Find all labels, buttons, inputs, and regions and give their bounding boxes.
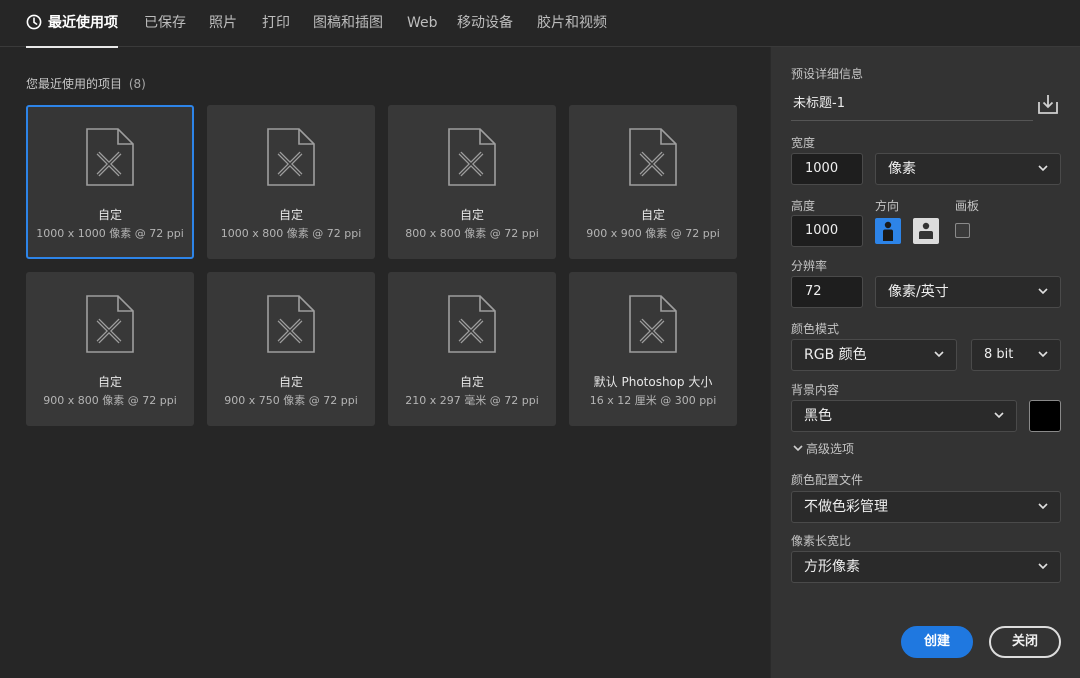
preset-size: 900 x 900 像素 @ 72 ppi bbox=[586, 227, 720, 240]
bit-depth-select[interactable]: 8 bit bbox=[971, 339, 1061, 371]
preset-card[interactable]: 自定 800 x 800 像素 @ 72 ppi bbox=[388, 105, 556, 259]
background-select[interactable]: 黑色 bbox=[791, 400, 1017, 432]
portrait-icon bbox=[883, 221, 893, 241]
document-icon bbox=[86, 295, 134, 353]
preset-card[interactable]: 自定 900 x 900 像素 @ 72 ppi bbox=[569, 105, 737, 259]
chevron-down-icon bbox=[934, 351, 944, 358]
tab-bar: 最近使用项 已保存 照片 打印 图稿和插图 Web 移动设备 胶片和视频 bbox=[0, 0, 1080, 48]
pixel-aspect-label: 像素长宽比 bbox=[791, 534, 852, 548]
landscape-icon bbox=[919, 222, 933, 239]
document-icon bbox=[448, 128, 496, 186]
pixel-aspect-value: 方形像素 bbox=[804, 559, 860, 575]
document-icon bbox=[267, 295, 315, 353]
tab-film-video[interactable]: 胶片和视频 bbox=[537, 0, 607, 47]
preset-card[interactable]: 自定 1000 x 1000 像素 @ 72 ppi bbox=[26, 105, 194, 259]
preset-card[interactable]: 自定 900 x 750 像素 @ 72 ppi bbox=[207, 272, 375, 426]
document-icon bbox=[629, 295, 677, 353]
tab-web[interactable]: Web bbox=[407, 0, 438, 47]
color-profile-label: 颜色配置文件 bbox=[791, 473, 864, 487]
chevron-down-icon bbox=[793, 445, 803, 452]
chevron-down-icon bbox=[1038, 563, 1048, 570]
portrait-orientation-button[interactable] bbox=[875, 218, 901, 244]
resolution-input[interactable]: 72 bbox=[791, 276, 863, 308]
color-profile-value: 不做色彩管理 bbox=[804, 499, 888, 515]
resolution-unit-value: 像素/英寸 bbox=[888, 284, 949, 300]
preset-size: 1000 x 800 像素 @ 72 ppi bbox=[220, 227, 362, 240]
background-label: 背景内容 bbox=[791, 383, 840, 397]
tab-recent-label: 最近使用项 bbox=[48, 15, 118, 31]
preset-size: 16 x 12 厘米 @ 300 ppi bbox=[589, 394, 717, 407]
preset-name: 自定 bbox=[278, 375, 303, 389]
height-label: 高度 bbox=[791, 199, 816, 213]
chevron-down-icon bbox=[994, 412, 1004, 419]
preset-name: 默认 Photoshop 大小 bbox=[593, 375, 713, 389]
color-profile-select[interactable]: 不做色彩管理 bbox=[791, 491, 1061, 523]
width-unit-select[interactable]: 像素 bbox=[875, 153, 1061, 185]
tab-recent[interactable]: 最近使用项 bbox=[26, 0, 118, 48]
background-value: 黑色 bbox=[804, 408, 832, 424]
tab-art-illustration[interactable]: 图稿和插图 bbox=[313, 0, 383, 47]
chevron-down-icon bbox=[1038, 288, 1048, 295]
tab-mobile[interactable]: 移动设备 bbox=[457, 0, 513, 47]
preset-details-panel: 预设详细信息 未标题-1 宽度 1000 像素 高度 方向 画板 1000 分辨… bbox=[770, 47, 1080, 678]
tab-print[interactable]: 打印 bbox=[262, 0, 290, 47]
preset-card[interactable]: 自定 900 x 800 像素 @ 72 ppi bbox=[26, 272, 194, 426]
create-button[interactable]: 创建 bbox=[901, 626, 973, 658]
recent-section-title: 您最近使用的项目 (8) bbox=[26, 75, 146, 92]
background-color-swatch[interactable] bbox=[1029, 400, 1061, 432]
preset-card[interactable]: 自定 210 x 297 毫米 @ 72 ppi bbox=[388, 272, 556, 426]
chevron-down-icon bbox=[1038, 351, 1048, 358]
preset-details-title: 预设详细信息 bbox=[791, 67, 864, 81]
clock-icon bbox=[26, 14, 42, 30]
orientation-label: 方向 bbox=[875, 199, 900, 213]
color-mode-value: RGB 颜色 bbox=[804, 347, 867, 363]
tab-saved[interactable]: 已保存 bbox=[144, 0, 186, 47]
document-icon bbox=[629, 128, 677, 186]
preset-name: 自定 bbox=[640, 208, 665, 222]
preset-card[interactable]: 默认 Photoshop 大小 16 x 12 厘米 @ 300 ppi bbox=[569, 272, 737, 426]
preset-name: 自定 bbox=[97, 375, 122, 389]
chevron-down-icon bbox=[1038, 503, 1048, 510]
tab-photo[interactable]: 照片 bbox=[209, 0, 237, 47]
preset-name: 自定 bbox=[97, 208, 122, 222]
preset-name: 自定 bbox=[459, 375, 484, 389]
preset-name: 自定 bbox=[278, 208, 303, 222]
bit-depth-value: 8 bit bbox=[984, 347, 1014, 362]
landscape-orientation-button[interactable] bbox=[913, 218, 939, 244]
advanced-options-label: 高级选项 bbox=[806, 442, 855, 456]
resolution-label: 分辨率 bbox=[791, 259, 828, 273]
artboard-checkbox[interactable] bbox=[955, 223, 970, 238]
document-icon bbox=[448, 295, 496, 353]
width-unit-value: 像素 bbox=[888, 161, 916, 177]
artboard-label: 画板 bbox=[955, 199, 980, 213]
preset-size: 900 x 750 像素 @ 72 ppi bbox=[224, 394, 358, 407]
recent-title: 您最近使用的项目 bbox=[26, 77, 123, 91]
preset-size: 210 x 297 毫米 @ 72 ppi bbox=[405, 394, 539, 407]
height-input[interactable]: 1000 bbox=[791, 215, 863, 247]
recent-count: (8) bbox=[128, 77, 146, 91]
preset-size: 900 x 800 像素 @ 72 ppi bbox=[43, 394, 177, 407]
preset-card[interactable]: 自定 1000 x 800 像素 @ 72 ppi bbox=[207, 105, 375, 259]
document-name-field[interactable]: 未标题-1 bbox=[791, 87, 1033, 121]
width-input[interactable]: 1000 bbox=[791, 153, 863, 185]
advanced-options-toggle[interactable]: 高级选项 bbox=[793, 440, 854, 457]
document-icon bbox=[86, 128, 134, 186]
preset-size: 800 x 800 像素 @ 72 ppi bbox=[405, 227, 539, 240]
width-label: 宽度 bbox=[791, 136, 816, 150]
pixel-aspect-select[interactable]: 方形像素 bbox=[791, 551, 1061, 583]
chevron-down-icon bbox=[1038, 165, 1048, 172]
preset-size: 1000 x 1000 像素 @ 72 ppi bbox=[36, 227, 184, 240]
resolution-unit-select[interactable]: 像素/英寸 bbox=[875, 276, 1061, 308]
close-button[interactable]: 关闭 bbox=[989, 626, 1061, 658]
preset-name: 自定 bbox=[459, 208, 484, 222]
document-icon bbox=[267, 128, 315, 186]
color-mode-label: 颜色模式 bbox=[791, 322, 840, 336]
save-preset-icon[interactable] bbox=[1037, 93, 1059, 115]
color-mode-select[interactable]: RGB 颜色 bbox=[791, 339, 957, 371]
